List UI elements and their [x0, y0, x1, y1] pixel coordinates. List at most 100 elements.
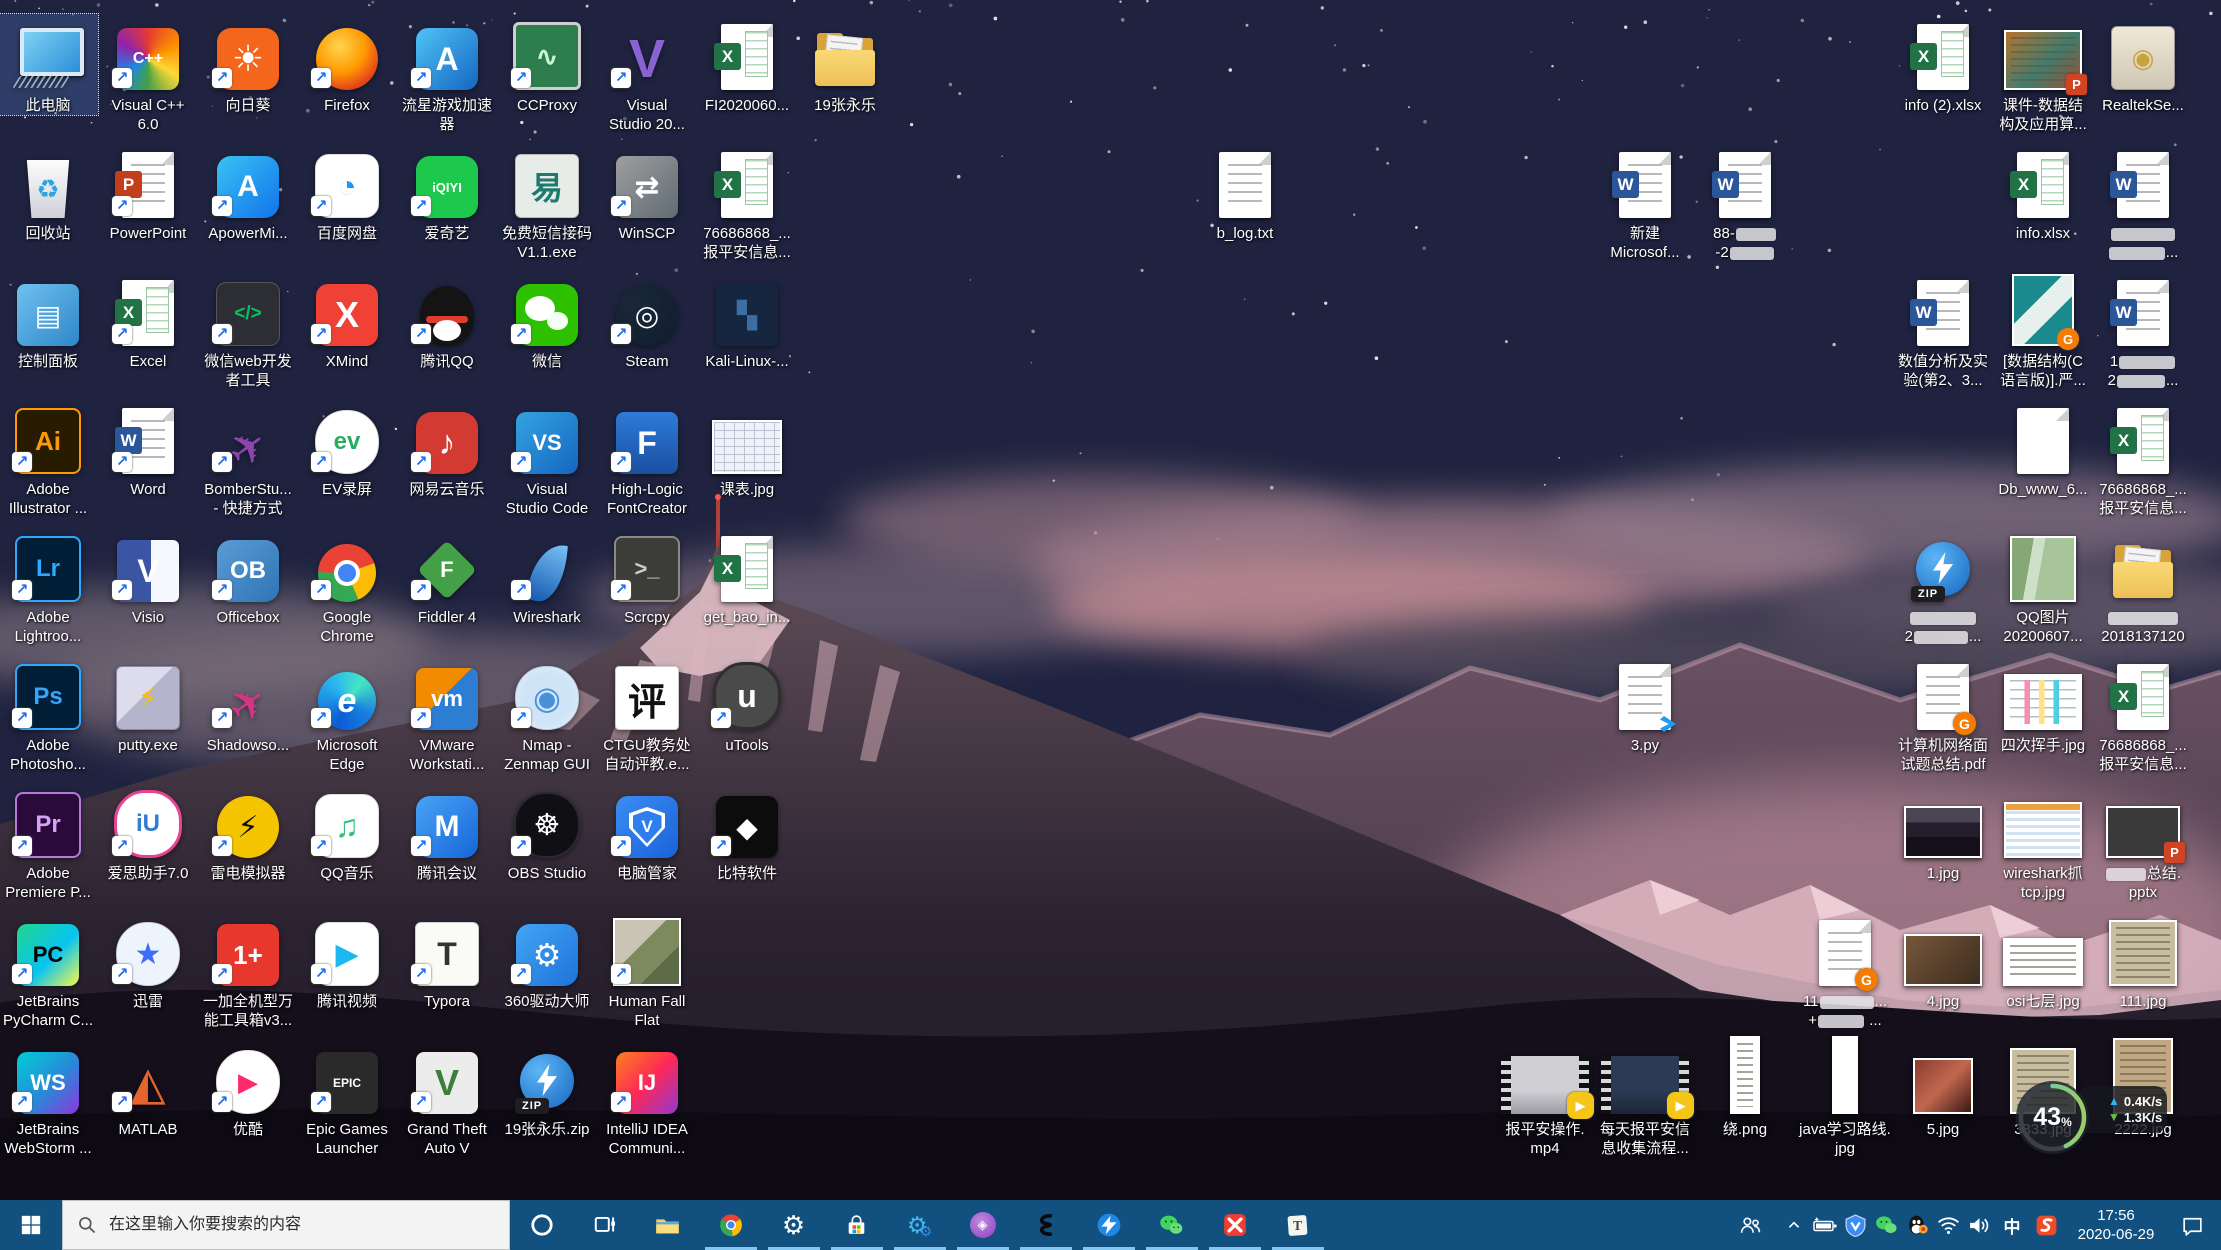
taskbar-app-chrome[interactable] [699, 1200, 762, 1250]
desktop-icon-excel[interactable]: X↗Excel [98, 270, 198, 371]
taskbar-app-wechat[interactable] [1140, 1200, 1203, 1250]
tray-wechat-tray[interactable] [1871, 1200, 1902, 1250]
tray-battery[interactable] [1809, 1200, 1840, 1250]
desktop-icon-java-route-jpg[interactable]: java学习路线.jpg [1795, 1038, 1895, 1158]
desktop-icon-gta-v[interactable]: V↗Grand TheftAuto V [397, 1038, 497, 1158]
desktop-icon-tencent-video[interactable]: ▶↗腾讯视频 [297, 910, 397, 1011]
desktop-icon-obs-studio[interactable]: ☸↗OBS Studio [497, 782, 597, 883]
desktop-icon-word-redacted-1[interactable]: W... [2093, 142, 2193, 262]
desktop-icon-b-log-txt[interactable]: b_log.txt [1195, 142, 1295, 243]
desktop-icon-visual-cpp-6[interactable]: C++↗Visual C++6.0 [98, 14, 198, 134]
desktop-icon-baidu-netdisk[interactable]: ◔↗百度网盘 [297, 142, 397, 243]
desktop-icon-wechat[interactable]: ↗微信 [497, 270, 597, 371]
desktop-icon-fontcreator[interactable]: F↗High-LogicFontCreator [597, 398, 697, 518]
desktop-icon-ev-recorder[interactable]: ev↗EV录屏 [297, 398, 397, 499]
taskbar-app-settings[interactable]: ⚙ [762, 1200, 825, 1250]
tray-chevron-up[interactable] [1778, 1200, 1809, 1250]
desktop-icon-driver-master-360[interactable]: ⚙↗360驱动大师 [497, 910, 597, 1011]
desktop-icon-jetbrains-pycharm[interactable]: PC↗JetBrainsPyCharm C... [0, 910, 98, 1030]
taskbar-app-swirl-app[interactable] [1014, 1200, 1077, 1250]
desktop-icon-steam[interactable]: ◎↗Steam [597, 270, 697, 371]
desktop-icon-adobe-illustrator[interactable]: Ai↗AdobeIllustrator ... [0, 398, 98, 518]
taskbar-app-file-explorer[interactable] [636, 1200, 699, 1250]
desktop-icon-epic-games-launcher[interactable]: EPIC↗Epic GamesLauncher [297, 1038, 397, 1158]
desktop-icon-iqiyi[interactable]: iQIYI↗爱奇艺 [397, 142, 497, 243]
desktop-icon-kejian-ppt[interactable]: P课件-数据结构及应用算... [1993, 14, 2093, 134]
desktop-icon-sunflower-remote[interactable]: ☀↗向日葵 [198, 14, 298, 115]
taskbar-app-cortana[interactable] [510, 1200, 573, 1250]
taskbar-app-task-view[interactable] [573, 1200, 636, 1250]
desktop-icon-aisi-assistant[interactable]: iU↗爱思助手7.0 [98, 782, 198, 883]
desktop-icon-youku[interactable]: ▶↗优酷 [198, 1038, 298, 1139]
desktop-icon-meteor-game-booster[interactable]: A↗流星游戏加速器 [397, 14, 497, 134]
desktop-icon-powerpoint[interactable]: P↗PowerPoint [98, 142, 198, 243]
tray-volume[interactable] [1964, 1200, 1995, 1250]
desktop-icon-microsoft-edge[interactable]: e↗MicrosoftEdge [297, 654, 397, 774]
desktop-icon-tencent-meeting[interactable]: M↗腾讯会议 [397, 782, 497, 883]
desktop-icon-xlsx-76686868-b[interactable]: X76686868_...报平安信息... [2093, 398, 2193, 518]
desktop-icon-visual-studio[interactable]: V↗VisualStudio 20... [597, 14, 697, 134]
desktop-icon-db-www-doc[interactable]: Db_www_6... [1993, 398, 2093, 499]
desktop-icon-pptx-redacted[interactable]: P总结.pptx [2093, 782, 2193, 902]
desktop-icon-netease-music[interactable]: ♪↗网易云音乐 [397, 398, 497, 499]
taskbar-app-purple-app[interactable]: ◈ [951, 1200, 1014, 1250]
desktop-icon-visio[interactable]: V↗Visio [98, 526, 198, 627]
clock[interactable]: 17:56 2020-06-29 [2063, 1206, 2169, 1244]
desktop-icon-oneplus-toolbox[interactable]: 1+↗一加全机型万能工具箱v3... [198, 910, 298, 1030]
desktop-icon-wireshark-tcp-jpg[interactable]: wireshark抓tcp.jpg [1993, 782, 2093, 902]
desktop-icon-xlsx-76686868-c[interactable]: X76686868_...报平安信息... [2093, 654, 2193, 774]
desktop-icon-fi-20200600-xlsx[interactable]: XFI2020060... [697, 14, 797, 115]
desktop-icon-qq-picture-20200607[interactable]: QQ图片20200607... [1993, 526, 2093, 646]
desktop-icon-google-chrome[interactable]: ↗GoogleChrome [297, 526, 397, 646]
desktop-icon-meitian-baopingan-video[interactable]: ▶每天报平安信息收集流程... [1595, 1038, 1695, 1158]
desktop-icon-jpg-111[interactable]: 111.jpg [2093, 910, 2193, 1011]
desktop-icon-matlab[interactable]: ◭↗MATLAB [98, 1038, 198, 1139]
desktop-icon-word[interactable]: W↗Word [98, 398, 198, 499]
tray-qq-tray[interactable] [1902, 1200, 1933, 1250]
taskbar-app-typora[interactable]: T [1266, 1200, 1329, 1250]
desktop-icon-network-interview-pdf[interactable]: G计算机网络面试题总结.pdf [1893, 654, 1993, 774]
desktop-icon-sicihuishou-jpg[interactable]: 四次挥手.jpg [1993, 654, 2093, 755]
desktop-icon-putty-exe[interactable]: ⚡putty.exe [98, 654, 198, 755]
desktop-icon-utools[interactable]: u↗uTools [697, 654, 797, 755]
desktop-icon-info-2-xlsx[interactable]: Xinfo (2).xlsx [1893, 14, 1993, 115]
desktop-icon-bomber-studio[interactable]: ✈↗BomberStu...- 快捷方式 [198, 398, 298, 518]
desktop-icon-vmware-workstation[interactable]: vm↗VMwareWorkstati... [397, 654, 497, 774]
desktop-icon-data-structure-book[interactable]: G[数据结构(C语言版)].严... [1993, 270, 2093, 390]
desktop-icon-word-redacted-2[interactable]: W12... [2093, 270, 2193, 390]
tray-sogou[interactable] [2029, 1200, 2063, 1250]
desktop-icon-jpg-4[interactable]: 4.jpg [1893, 910, 1993, 1011]
desktop-icon-zip-19-zhangyongle[interactable]: ZIP19张永乐.zip [497, 1038, 597, 1139]
desktop-icon-wireshark[interactable]: ↗Wireshark [497, 526, 597, 627]
desktop-icon-vscode[interactable]: VS↗VisualStudio Code [497, 398, 597, 518]
desktop-icon-rao-png[interactable]: 绕.png [1695, 1038, 1795, 1139]
desktop-icon-human-fall-flat[interactable]: ↗Human FallFlat [597, 910, 697, 1030]
taskbar-app-bandizip[interactable] [1077, 1200, 1140, 1250]
desktop-icon-xunlei-thunder[interactable]: ★↗迅雷 [98, 910, 198, 1011]
desktop-icon-winscp[interactable]: ⇄↗WinSCP [597, 142, 697, 243]
desktop-icon-officebox[interactable]: OB↗Officebox [198, 526, 298, 627]
desktop-icon-xlsx-76686868-a[interactable]: X76686868_...报平安信息... [697, 142, 797, 262]
desktop-icon-qq-music[interactable]: ♫↗QQ音乐 [297, 782, 397, 883]
desktop-icon-bit-software[interactable]: ◆↗比特软件 [697, 782, 797, 883]
search-box[interactable] [62, 1200, 510, 1250]
desktop-icon-adobe-premiere[interactable]: Pr↗AdobePremiere P... [0, 782, 98, 902]
memory-usage-ball[interactable]: 43% [2016, 1081, 2089, 1154]
desktop-icon-this-pc[interactable]: 此电脑 [0, 14, 98, 115]
desktop-icon-pdf-11-redacted[interactable]: G11...+ ... [1795, 910, 1895, 1030]
desktop-icon-baopingan-mp4[interactable]: ▶报平安操作.mp4 [1495, 1038, 1595, 1158]
search-input[interactable] [107, 1215, 495, 1235]
desktop-icon-py-3[interactable]: 3.py [1595, 654, 1695, 755]
desktop-icon-adobe-photoshop[interactable]: Ps↗AdobePhotosho... [0, 654, 98, 774]
desktop-icon-free-sms-exe[interactable]: 易免费短信接码V1.1.exe [497, 142, 597, 262]
desktop-icon-typora[interactable]: T↗Typora [397, 910, 497, 1011]
desktop-icon-kali-linux[interactable]: ▚Kali-Linux-... [697, 270, 797, 371]
desktop-icon-fiddler-4[interactable]: F↗Fiddler 4 [397, 526, 497, 627]
desktop-icon-shadowsocks[interactable]: ✈↗Shadowso... [198, 654, 298, 755]
desktop-icon-folder-19-zhangyongle[interactable]: 19张永乐 [795, 14, 895, 115]
taskbar-app-xmind[interactable] [1203, 1200, 1266, 1250]
desktop-icon-pc-manager[interactable]: V↗电脑管家 [597, 782, 697, 883]
desktop-icon-control-panel[interactable]: ▤控制面板 [0, 270, 98, 371]
tray-pc-manager-shield[interactable] [1840, 1200, 1871, 1250]
desktop-icon-apowermirror[interactable]: A↗ApowerMi... [198, 142, 298, 243]
